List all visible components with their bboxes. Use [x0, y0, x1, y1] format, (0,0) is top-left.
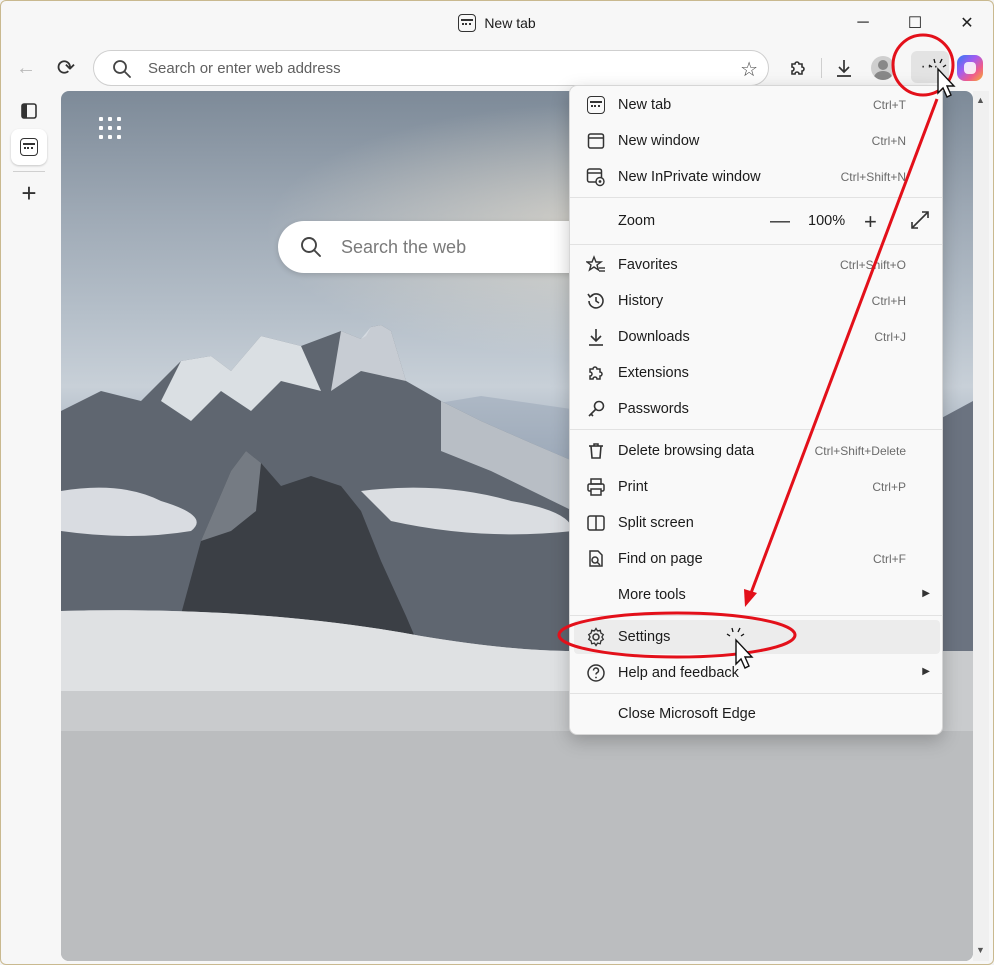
- split-screen-icon: [586, 513, 606, 533]
- browser-window: New tab ─ ☐ ✕ ← ⟳ Search or enter web ad…: [0, 0, 994, 965]
- search-icon: [113, 60, 131, 78]
- key-icon: [586, 399, 606, 419]
- menu-item-more-tools[interactable]: More tools ▶: [574, 578, 940, 612]
- menu-divider: [570, 429, 942, 430]
- back-button[interactable]: ←: [9, 51, 43, 85]
- menu-divider: [570, 244, 942, 245]
- puzzle-icon: [791, 61, 805, 75]
- menu-item-downloads[interactable]: Downloads Ctrl+J: [574, 320, 940, 354]
- puzzle-icon: [586, 363, 606, 383]
- minimize-button[interactable]: ─: [837, 1, 889, 45]
- zoom-out-button[interactable]: —: [770, 210, 790, 233]
- tab-actions-button[interactable]: [11, 93, 47, 129]
- new-tab-page-icon: [20, 138, 38, 156]
- menu-item-passwords[interactable]: Passwords: [574, 392, 940, 426]
- menu-divider: [570, 615, 942, 616]
- menu-item-find-on-page[interactable]: Find on page Ctrl+F: [574, 542, 940, 576]
- sidebar-divider: [13, 171, 45, 172]
- settings-and-more-button[interactable]: ···: [911, 51, 949, 83]
- new-tab-page-icon: [458, 14, 477, 32]
- menu-item-favorites[interactable]: Favorites Ctrl+Shift+O: [574, 248, 940, 282]
- gear-icon: [586, 627, 606, 647]
- web-search-box[interactable]: Search the web: [278, 221, 618, 273]
- fullscreen-expand-icon[interactable]: [910, 210, 930, 234]
- search-icon: [301, 237, 321, 257]
- menu-item-history[interactable]: History Ctrl+H: [574, 284, 940, 318]
- download-icon: [837, 60, 851, 77]
- profile-avatar[interactable]: [871, 56, 895, 80]
- zoom-level: 100%: [808, 213, 846, 229]
- find-on-page-icon: [586, 549, 606, 569]
- menu-item-extensions[interactable]: Extensions: [574, 356, 940, 390]
- copilot-icon[interactable]: [957, 55, 983, 81]
- menu-item-new-tab[interactable]: New tab Ctrl+T: [574, 88, 940, 122]
- menu-item-print[interactable]: Print Ctrl+P: [574, 470, 940, 504]
- trash-icon: [586, 441, 606, 461]
- window-icon: [586, 131, 606, 151]
- downloads-button[interactable]: [827, 51, 861, 85]
- printer-icon: [586, 477, 606, 497]
- close-window-button[interactable]: ✕: [941, 1, 993, 45]
- page-scrollbar[interactable]: [973, 91, 989, 961]
- scroll-down-arrow-icon[interactable]: ▼: [976, 945, 985, 955]
- menu-item-delete-browsing-data[interactable]: Delete browsing data Ctrl+Shift+Delete: [574, 434, 940, 468]
- extensions-button[interactable]: [781, 51, 815, 85]
- add-tab-button[interactable]: +: [11, 175, 47, 211]
- zoom-in-button[interactable]: +: [864, 209, 877, 235]
- apps-launcher-icon[interactable]: [99, 117, 121, 139]
- menu-item-settings[interactable]: Settings: [574, 620, 940, 654]
- refresh-button[interactable]: ⟳: [49, 51, 83, 85]
- history-icon: [586, 291, 606, 311]
- tab[interactable]: New tab: [458, 14, 536, 32]
- menu-item-new-inprivate-window[interactable]: New InPrivate window Ctrl+Shift+N: [574, 160, 940, 194]
- new-tab-icon: [586, 95, 606, 115]
- title-bar: New tab ─ ☐ ✕: [1, 1, 993, 45]
- toolbar-divider: [821, 58, 822, 78]
- sidebar-tab-new-tab[interactable]: [11, 129, 47, 165]
- settings-and-more-menu: New tab Ctrl+T New window Ctrl+N New InP…: [569, 85, 943, 735]
- menu-item-help-and-feedback[interactable]: Help and feedback ▶: [574, 656, 940, 690]
- tab-title: New tab: [484, 15, 536, 31]
- menu-item-close-microsoft-edge[interactable]: Close Microsoft Edge: [574, 697, 940, 731]
- window-controls: ─ ☐ ✕: [837, 1, 993, 45]
- menu-divider: [570, 693, 942, 694]
- favorites-star-list-icon: [586, 255, 606, 275]
- favorite-star-icon[interactable]: ☆: [740, 57, 758, 82]
- chevron-right-icon: ▶: [922, 588, 930, 599]
- vertical-tab-sidebar: +: [1, 91, 57, 964]
- download-icon: [586, 327, 606, 347]
- address-input[interactable]: Search or enter web address: [148, 60, 341, 77]
- help-icon: [586, 663, 606, 683]
- web-search-input[interactable]: Search the web: [341, 237, 466, 258]
- scroll-up-arrow-icon[interactable]: ▲: [976, 95, 985, 105]
- panel-icon: [21, 103, 37, 119]
- maximize-button[interactable]: ☐: [889, 1, 941, 45]
- inprivate-icon: [586, 167, 606, 187]
- menu-item-split-screen[interactable]: Split screen: [574, 506, 940, 540]
- menu-item-zoom: Zoom — 100% +: [574, 204, 940, 238]
- menu-divider: [570, 197, 942, 198]
- chevron-right-icon: ▶: [922, 666, 930, 677]
- menu-item-new-window[interactable]: New window Ctrl+N: [574, 124, 940, 158]
- address-bar[interactable]: Search or enter web address ☆: [93, 50, 769, 86]
